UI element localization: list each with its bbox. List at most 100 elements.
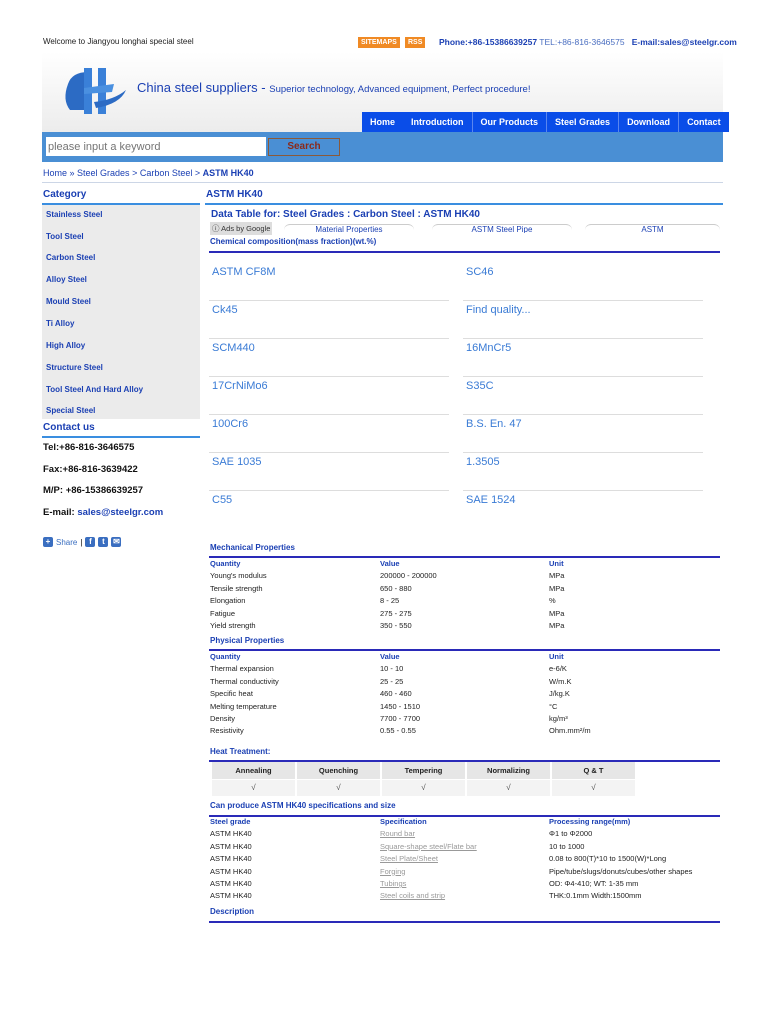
heat-check: √ bbox=[552, 780, 635, 796]
nav-home[interactable]: Home bbox=[362, 112, 403, 132]
grade-link[interactable]: 17CrNiMo6 bbox=[212, 380, 268, 392]
nav-download[interactable]: Download bbox=[619, 112, 680, 132]
category-item[interactable]: Tool Steel bbox=[46, 232, 84, 241]
category-item[interactable]: Carbon Steel bbox=[46, 253, 95, 262]
contact-mp: M/P: +86-15386639257 bbox=[43, 485, 144, 496]
column-header: Value bbox=[380, 559, 400, 568]
spec-link[interactable]: Round bar bbox=[380, 829, 415, 838]
search-input[interactable] bbox=[46, 137, 266, 156]
table-cell: 200000 - 200000 bbox=[380, 571, 437, 581]
contact-fax: Fax:+86-816-3639422 bbox=[43, 464, 138, 475]
welcome-text: Welcome to Jiangyou longhai special stee… bbox=[43, 37, 194, 46]
ad-tab[interactable]: Material Properties bbox=[284, 224, 414, 233]
email[interactable]: E-mail:sales@steelgr.com bbox=[632, 37, 737, 47]
rss-link[interactable]: RSS bbox=[405, 37, 426, 48]
nav-our-products[interactable]: Our Products bbox=[473, 112, 548, 132]
email-icon[interactable]: ✉ bbox=[111, 537, 122, 547]
category-item[interactable]: High Alloy bbox=[46, 341, 85, 350]
table-cell: Φ1 to Φ2000 bbox=[549, 829, 593, 839]
table-cell: Fatigue bbox=[210, 608, 236, 618]
nav-steel-grades[interactable]: Steel Grades bbox=[547, 112, 620, 132]
table-cell: 1450 - 1510 bbox=[380, 701, 421, 711]
contact-tel: Tel:+86-816-3646575 bbox=[43, 442, 135, 453]
top-contact: Phone:+86-15386639257 TEL:+86-816-364657… bbox=[439, 37, 737, 47]
phone: Phone:+86-15386639257 bbox=[439, 37, 538, 47]
category-item[interactable]: Tool Steel And Hard Alloy bbox=[46, 385, 143, 394]
facebook-icon[interactable]: f bbox=[85, 537, 96, 547]
ad-tab[interactable]: ASTM bbox=[585, 224, 720, 233]
column-header: Steel grade bbox=[210, 817, 251, 826]
share-label[interactable]: Share bbox=[56, 538, 77, 547]
table-cell: 460 - 460 bbox=[380, 689, 412, 699]
twitter-icon[interactable]: t bbox=[98, 537, 109, 547]
heat-header: Quenching bbox=[297, 762, 380, 779]
data-table-title: Data Table for: Steel Grades : Carbon St… bbox=[211, 209, 480, 220]
category-item[interactable]: Stainless Steel bbox=[46, 210, 102, 219]
category-item[interactable]: Structure Steel bbox=[46, 363, 103, 372]
heat-check: √ bbox=[212, 780, 295, 796]
table-cell: °C bbox=[549, 701, 558, 711]
table-cell: OD: Φ4-410; WT: 1-35 mm bbox=[549, 879, 639, 888]
spec-link[interactable]: Forging bbox=[380, 867, 405, 876]
nav-introduction[interactable]: Introduction bbox=[403, 112, 473, 132]
table-cell: Young's modulus bbox=[210, 571, 267, 581]
table-cell: THK:0.1mm Width:1500mm bbox=[549, 891, 642, 901]
category-item[interactable]: Ti Alloy bbox=[46, 319, 74, 328]
column-header: Processing range(mm) bbox=[549, 817, 631, 826]
category-item[interactable]: Mould Steel bbox=[46, 297, 91, 306]
table-cell: Melting temperature bbox=[210, 701, 277, 711]
grade-link[interactable]: SAE 1524 bbox=[466, 494, 516, 506]
slogan: China steel suppliers - Superior technol… bbox=[137, 80, 531, 95]
table-cell: Thermal expansion bbox=[210, 664, 274, 674]
search-button[interactable]: Search bbox=[268, 138, 340, 156]
column-header: Value bbox=[380, 652, 400, 661]
divider bbox=[209, 300, 449, 301]
category-item[interactable]: Special Steel bbox=[46, 406, 95, 415]
spec-link[interactable]: Square-shape steel/Flate bar bbox=[380, 842, 477, 851]
spec-link[interactable]: Steel coils and strip bbox=[380, 891, 445, 900]
grade-link[interactable]: C55 bbox=[212, 494, 232, 506]
grade-link[interactable]: ASTM CF8M bbox=[212, 266, 276, 278]
ads-by-google[interactable]: ⓘ Ads by Google bbox=[210, 222, 273, 235]
grade-link[interactable]: S35C bbox=[466, 380, 494, 392]
crumb-steel-grades[interactable]: Steel Grades bbox=[77, 168, 130, 178]
grade-link[interactable]: SCM440 bbox=[212, 342, 255, 354]
sitemaps-link[interactable]: SITEMAPS bbox=[358, 37, 400, 48]
spec-link[interactable]: Steel Plate/Sheet bbox=[380, 854, 438, 863]
spec-link[interactable]: Tubings bbox=[380, 879, 406, 888]
table-cell: Ohm.mm²/m bbox=[549, 726, 591, 736]
table-cell: W/m.K bbox=[549, 676, 572, 686]
chem-title: Chemical composition(mass fraction)(wt.%… bbox=[210, 237, 377, 246]
divider bbox=[209, 251, 720, 253]
grade-link[interactable]: B.S. En. 47 bbox=[466, 418, 522, 430]
grade-link[interactable]: SC46 bbox=[466, 266, 494, 278]
table-cell: MPa bbox=[549, 583, 565, 593]
grade-link[interactable]: SAE 1035 bbox=[212, 456, 262, 468]
crumb-home[interactable]: Home bbox=[43, 168, 67, 178]
table-cell: 0.55 - 0.55 bbox=[380, 726, 416, 736]
table-cell: 350 - 550 bbox=[380, 621, 412, 630]
divider bbox=[209, 338, 449, 339]
company-logo[interactable] bbox=[54, 62, 134, 118]
column-header: Specification bbox=[380, 817, 427, 826]
grade-link[interactable]: Find quality... bbox=[466, 304, 531, 316]
crumb-carbon[interactable]: Carbon Steel bbox=[140, 168, 193, 178]
nav-contact[interactable]: Contact bbox=[679, 112, 729, 132]
grade-link[interactable]: Ck45 bbox=[212, 304, 238, 316]
plus-icon[interactable]: + bbox=[43, 537, 53, 547]
mech-title: Mechanical Properties bbox=[210, 543, 295, 552]
table-cell: MPa bbox=[549, 621, 565, 630]
grade-link[interactable]: 100Cr6 bbox=[212, 418, 248, 430]
heat-check: √ bbox=[382, 780, 465, 796]
column-header: Unit bbox=[549, 652, 564, 661]
table-cell: ASTM HK40 bbox=[210, 854, 252, 864]
email-link[interactable]: sales@steelgr.com bbox=[77, 507, 163, 518]
column-header: Quantity bbox=[210, 559, 241, 568]
divider bbox=[209, 490, 449, 491]
table-cell: Tensile strength bbox=[210, 583, 263, 593]
ad-tab[interactable]: ASTM Steel Pipe bbox=[432, 224, 572, 233]
divider bbox=[209, 414, 449, 415]
grade-link[interactable]: 16MnCr5 bbox=[466, 342, 511, 354]
grade-link[interactable]: 1.3505 bbox=[466, 456, 500, 468]
category-item[interactable]: Alloy Steel bbox=[46, 275, 87, 284]
